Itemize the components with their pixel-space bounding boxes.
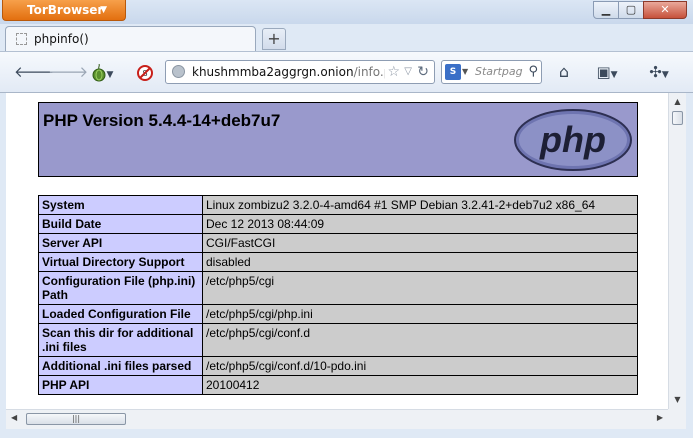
gear-icon: ✣ bbox=[649, 63, 662, 81]
horizontal-scroll-thumb[interactable]: ||| bbox=[26, 413, 126, 425]
scroll-down-icon[interactable]: ▼ bbox=[671, 393, 684, 407]
close-button[interactable]: ✕ bbox=[643, 1, 687, 19]
reload-icon[interactable]: ↻ bbox=[417, 61, 429, 83]
search-icon[interactable]: ⚲ bbox=[528, 61, 538, 83]
dropdown-arrow-icon: ▼ bbox=[100, 5, 107, 15]
new-tab-button[interactable]: + bbox=[262, 28, 286, 50]
row-value: 20100412 bbox=[202, 375, 638, 395]
bookmarks-button[interactable]: ▣▼ bbox=[590, 61, 624, 83]
customize-button[interactable]: ✣▼ bbox=[642, 61, 676, 83]
scroll-right-icon[interactable]: ▶ bbox=[657, 413, 663, 422]
row-value: /etc/php5/cgi/conf.d bbox=[202, 323, 638, 357]
url-history-dropdown-icon[interactable]: ▽ bbox=[404, 61, 412, 83]
torbrowser-menu-button[interactable]: TorBrowser ▼ bbox=[2, 0, 126, 21]
row-value: /etc/php5/cgi/conf.d/10-pdo.ini bbox=[202, 356, 638, 376]
php-logo: php bbox=[514, 109, 632, 171]
row-value: CGI/FastCGI bbox=[202, 233, 638, 253]
home-icon: ⌂ bbox=[558, 62, 570, 81]
svg-text:php: php bbox=[539, 119, 606, 160]
onion-dropdown-icon: ▼ bbox=[106, 70, 114, 80]
table-row: Additional .ini files parsed/etc/php5/cg… bbox=[38, 356, 638, 376]
table-row: System Linux zombizu2 3.2.0-4-amd64 #1 SM… bbox=[38, 195, 638, 215]
tor-onion-button[interactable]: ▼ bbox=[86, 61, 118, 83]
php-version-header: PHP Version 5.4.4-14+deb7u7 php bbox=[38, 102, 638, 177]
row-value: Dec 12 2013 08:44:09 bbox=[202, 214, 638, 234]
vertical-scrollbar[interactable]: ▲ ▼ bbox=[668, 93, 686, 409]
back-button[interactable]: 🡐 bbox=[14, 61, 54, 83]
row-key: Loaded Configuration File bbox=[38, 304, 203, 324]
tab-phpinfo[interactable]: phpinfo() bbox=[5, 26, 256, 51]
table-row: Server API CGI/FastCGI bbox=[38, 233, 638, 253]
table-row: Loaded Configuration File/etc/php5/cgi/p… bbox=[38, 304, 638, 324]
scroll-corner bbox=[668, 409, 686, 429]
bookmarks-icon: ▣ bbox=[596, 63, 611, 81]
title-bar: TorBrowser ▼ ▁ ▢ ✕ bbox=[0, 0, 693, 24]
table-row: Build Date Dec 12 2013 08:44:09 bbox=[38, 214, 638, 234]
row-value: disabled bbox=[202, 252, 638, 272]
row-key: PHP API bbox=[38, 375, 203, 395]
search-bar[interactable]: S ▼ Startpag ⚲ bbox=[441, 60, 542, 84]
tab-strip: phpinfo() + bbox=[0, 24, 693, 51]
row-value: Linux zombizu2 3.2.0-4-amd64 #1 SMP Debi… bbox=[202, 195, 638, 215]
vertical-scroll-thumb[interactable] bbox=[672, 111, 683, 125]
search-engine-icon[interactable]: S bbox=[445, 64, 461, 80]
search-engine-dropdown-icon[interactable]: ▼ bbox=[462, 61, 468, 83]
url-bar[interactable]: khushmmba2aggrgn.onion/info.p ☆ ▽ ↻ bbox=[165, 60, 435, 84]
row-value: /etc/php5/cgi bbox=[202, 271, 638, 305]
row-key: Configuration File (php.ini) Path bbox=[38, 271, 203, 305]
tab-title: phpinfo() bbox=[34, 32, 89, 46]
table-row: PHP API 20100412 bbox=[38, 375, 638, 395]
noscript-icon: S bbox=[137, 64, 153, 81]
noscript-button[interactable]: S bbox=[134, 61, 156, 83]
scroll-left-icon[interactable]: ◀ bbox=[11, 413, 17, 422]
php-info-table: System Linux zombizu2 3.2.0-4-amd64 #1 SM… bbox=[38, 195, 638, 395]
customize-dropdown-icon: ▼ bbox=[661, 70, 669, 80]
row-key: Virtual Directory Support bbox=[38, 252, 203, 272]
onion-icon bbox=[92, 63, 106, 81]
scroll-up-icon[interactable]: ▲ bbox=[671, 95, 684, 109]
maximize-button[interactable]: ▢ bbox=[618, 1, 644, 19]
horizontal-scrollbar[interactable]: ◀ ||| ▶ bbox=[6, 409, 668, 429]
row-value: /etc/php5/cgi/php.ini bbox=[202, 304, 638, 324]
torbrowser-label: TorBrowser bbox=[27, 3, 104, 17]
bookmarks-dropdown-icon: ▼ bbox=[610, 70, 618, 80]
page-content: PHP Version 5.4.4-14+deb7u7 php System Li… bbox=[6, 93, 668, 409]
table-row: Configuration File (php.ini) Path/etc/ph… bbox=[38, 271, 638, 305]
row-key: Build Date bbox=[38, 214, 203, 234]
site-identity-icon[interactable] bbox=[172, 65, 185, 78]
bookmark-star-icon[interactable]: ☆ bbox=[385, 61, 400, 83]
forward-arrow-icon: 🡒 bbox=[48, 63, 89, 81]
table-row: Virtual Directory Support disabled bbox=[38, 252, 638, 272]
forward-button[interactable]: 🡒 bbox=[48, 61, 88, 83]
row-key: Server API bbox=[38, 233, 203, 253]
page-favicon-icon bbox=[16, 33, 27, 45]
window-controls: ▁ ▢ ✕ bbox=[593, 1, 687, 19]
table-row: Scan this dir for additional .ini files /… bbox=[38, 323, 638, 357]
row-key: Additional .ini files parsed bbox=[38, 356, 203, 376]
navigation-toolbar: 🡐 🡒 ▼ S khushmmba2aggrgn.onion/info.p ☆ … bbox=[0, 51, 693, 93]
status-bar bbox=[0, 429, 693, 438]
row-key: System bbox=[38, 195, 203, 215]
url-host: khushmmba2aggrgn.onion bbox=[192, 65, 354, 79]
minimize-button[interactable]: ▁ bbox=[593, 1, 619, 19]
home-button[interactable]: ⌂ bbox=[553, 61, 575, 83]
page-title: PHP Version 5.4.4-14+deb7u7 bbox=[43, 111, 281, 130]
row-key: Scan this dir for additional .ini files bbox=[38, 323, 203, 357]
search-input[interactable]: Startpag bbox=[475, 61, 523, 83]
url-text: khushmmba2aggrgn.onion/info.p bbox=[192, 61, 391, 83]
